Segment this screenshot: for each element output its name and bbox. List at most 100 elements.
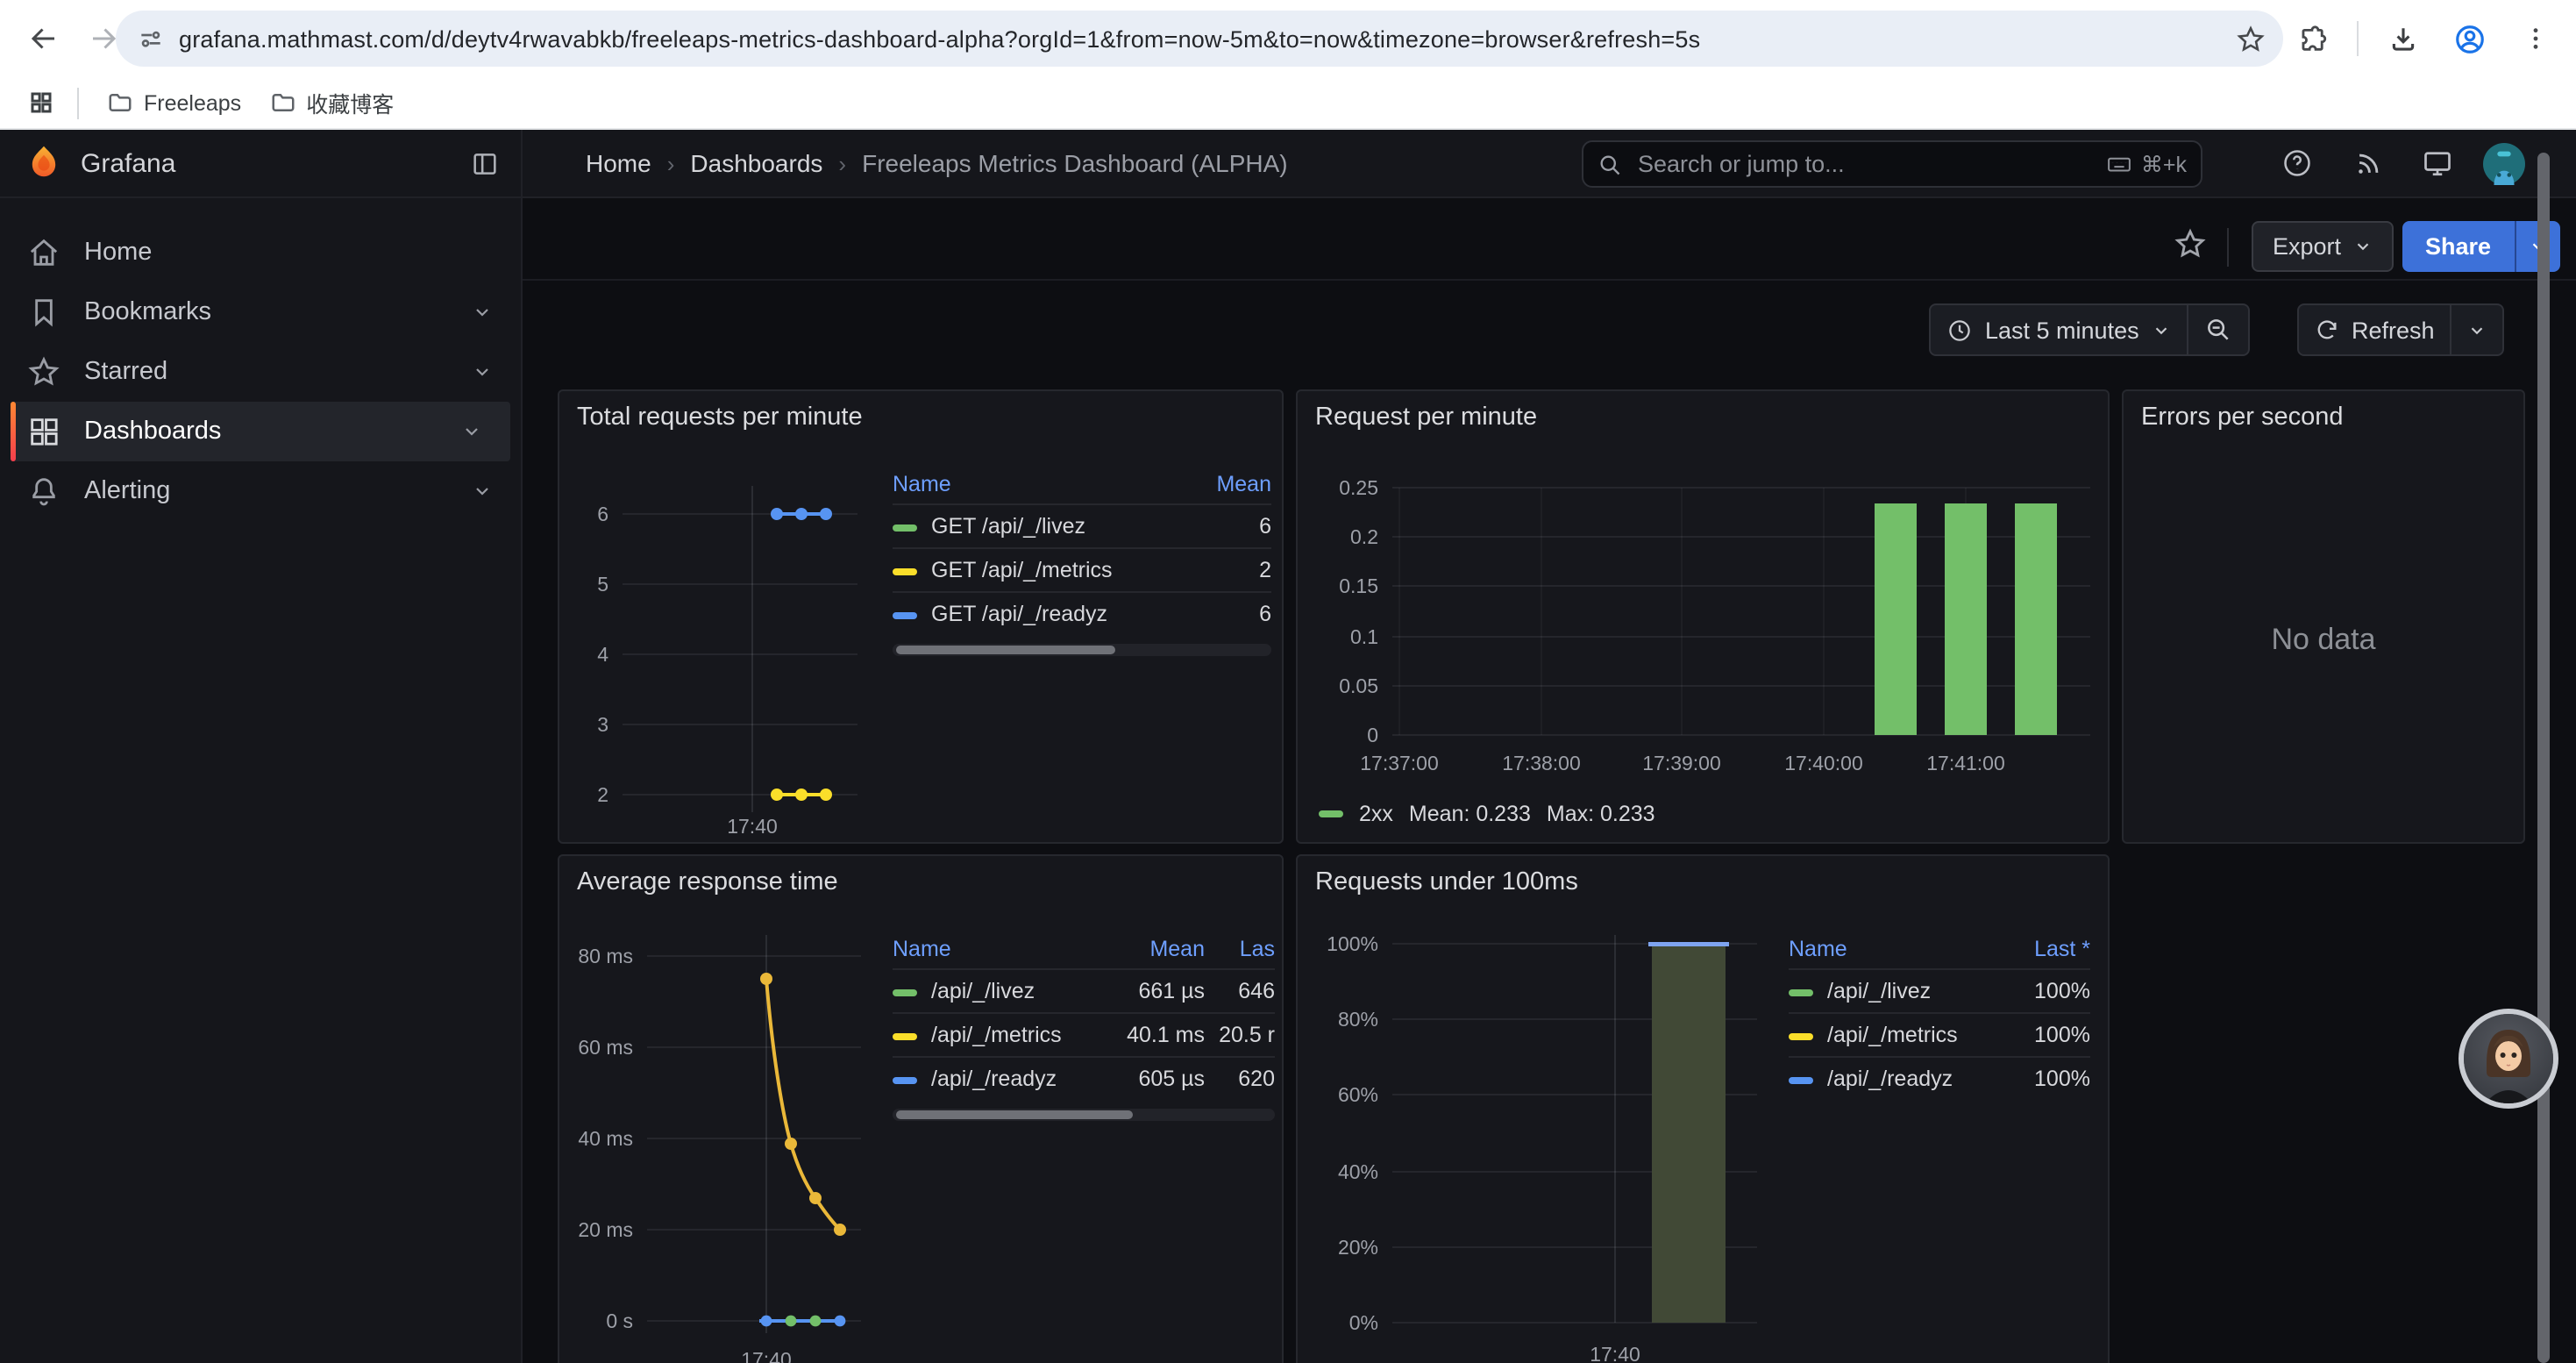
series-swatch-green[interactable] (893, 524, 917, 531)
url-bar[interactable]: grafana.mathmast.com/d/deytv4rwavabkb/fr… (116, 11, 2283, 67)
legend-col-last[interactable]: Last * (1999, 937, 2090, 961)
search-box[interactable]: ⌘+k (1582, 140, 2202, 188)
sidebar-item-home[interactable]: Home (0, 223, 521, 282)
panel-requests-under-100ms[interactable]: Requests under 100ms 100% 80% 60% 40% 20… (1296, 854, 2110, 1363)
svg-text:0 s: 0 s (606, 1309, 633, 1332)
download-icon[interactable] (2373, 9, 2432, 68)
apps-grid-icon[interactable] (18, 80, 63, 125)
favorite-star-icon[interactable] (2173, 226, 2215, 268)
legend-max: Max: 0.233 (1547, 802, 1655, 826)
profile-icon[interactable] (2439, 9, 2499, 68)
svg-text:17:40: 17:40 (727, 815, 778, 838)
news-rss-icon[interactable] (2346, 142, 2388, 184)
legend-col-name[interactable]: Name (893, 472, 1194, 496)
legend-scrollbar[interactable] (893, 1109, 1275, 1121)
chevron-down-icon[interactable] (472, 302, 493, 323)
legend-row[interactable]: /api/_/metrics 40.1 ms 20.5 r (893, 1012, 1275, 1056)
svg-text:80%: 80% (1338, 1008, 1378, 1031)
bookmark-label: Freeleaps (144, 90, 241, 115)
legend-row[interactable]: GET /api/_/metrics 2 (893, 547, 1271, 591)
sidebar-item-starred[interactable]: Starred (0, 342, 521, 402)
panel-request-per-minute[interactable]: Request per minute 0.25 0.2 0.15 0.1 0.0… (1296, 389, 2110, 844)
sidebar-toggle-icon[interactable] (470, 148, 500, 178)
svg-text:17:40: 17:40 (741, 1348, 792, 1363)
chevron-down-icon[interactable] (472, 481, 493, 502)
series-swatch-yellow[interactable] (893, 567, 917, 574)
time-range-picker[interactable]: Last 5 minutes (1931, 305, 2187, 354)
bar-under-100ms[interactable] (1652, 944, 1726, 1323)
sidebar-item-bookmarks[interactable]: Bookmarks (0, 282, 521, 342)
breadcrumb-dashboards[interactable]: Dashboards (690, 149, 822, 177)
bar-2xx[interactable] (2015, 503, 2057, 735)
screen: grafana.mathmast.com/d/deytv4rwavabkb/fr… (0, 0, 2576, 1363)
bookmark-folder-blogs[interactable]: 收藏博客 (255, 83, 408, 122)
legend-row[interactable]: /api/_/livez 100% (1789, 968, 2090, 1012)
back-icon[interactable] (14, 9, 74, 68)
grafana-logo[interactable] (25, 144, 63, 182)
series-swatch-yellow[interactable] (1789, 1032, 1813, 1039)
sidebar-item-alerting[interactable]: Alerting (0, 461, 521, 521)
svg-text:0.05: 0.05 (1339, 674, 1378, 697)
panel-total-requests[interactable]: Total requests per minute 6 5 4 3 2 17:4… (558, 389, 1284, 844)
refresh-icon (2315, 318, 2339, 342)
legend-row[interactable]: /api/_/readyz 100% (1789, 1056, 2090, 1100)
search-input[interactable] (1634, 149, 2094, 179)
user-avatar[interactable] (2483, 142, 2525, 184)
legend-row[interactable]: GET /api/_/livez 6 (893, 503, 1271, 547)
menu-kebab-icon[interactable] (2506, 9, 2565, 68)
legend-row[interactable]: /api/_/readyz 605 µs 620 (893, 1056, 1275, 1100)
bookmark-folder-freeleaps[interactable]: Freeleaps (93, 83, 255, 122)
assistant-avatar[interactable] (2459, 1009, 2558, 1109)
refresh-button[interactable]: Refresh (2299, 305, 2451, 354)
bar-2xx[interactable] (1875, 503, 1917, 735)
zoom-out-button[interactable] (2187, 305, 2248, 354)
breadcrumb-chevron-icon: › (838, 150, 846, 176)
bookmark-star-icon[interactable] (2236, 24, 2266, 54)
chevron-down-icon[interactable] (472, 361, 493, 382)
bar-2xx[interactable] (1945, 503, 1987, 735)
legend-row[interactable]: /api/_/metrics 100% (1789, 1012, 2090, 1056)
legend-col-last[interactable]: Las (1205, 937, 1275, 961)
help-icon[interactable] (2276, 142, 2318, 184)
series-swatch-green[interactable] (1319, 810, 1343, 817)
series-swatch-blue[interactable] (893, 1076, 917, 1083)
series-swatch-blue[interactable] (1789, 1076, 1813, 1083)
legend-col-name[interactable]: Name (1789, 937, 1999, 961)
url-text: grafana.mathmast.com/d/deytv4rwavabkb/fr… (179, 25, 2236, 52)
legend-row[interactable]: GET /api/_/readyz 6 (893, 591, 1271, 635)
app-header: Grafana Home › Dashboards › Freeleaps Me… (0, 130, 2576, 198)
svg-text:100%: 100% (1327, 932, 1378, 955)
legend-row[interactable]: /api/_/livez 661 µs 646 (893, 968, 1275, 1012)
panel-avg-response-time[interactable]: Average response time 80 ms 60 ms 40 ms … (558, 854, 1284, 1363)
legend-series[interactable]: 2xx (1359, 802, 1393, 826)
breadcrumb-home[interactable]: Home (586, 149, 651, 177)
monitor-icon[interactable] (2416, 142, 2459, 184)
refresh-interval-button[interactable] (2451, 305, 2503, 354)
series-swatch-green[interactable] (1789, 988, 1813, 995)
legend-scrollbar[interactable] (893, 644, 1271, 656)
legend-col-mean[interactable]: Mean (1096, 937, 1205, 961)
site-info-icon[interactable] (137, 25, 165, 53)
panel-errors-per-second[interactable]: Errors per second No data (2122, 389, 2525, 844)
share-button[interactable]: Share (2402, 221, 2514, 272)
legend-col-name[interactable]: Name (893, 937, 1096, 961)
series-swatch-yellow[interactable] (893, 1032, 917, 1039)
chevron-down-icon[interactable] (461, 421, 482, 442)
star-icon (26, 354, 61, 389)
svg-text:17:40: 17:40 (1590, 1343, 1640, 1363)
sidebar-item-dashboards[interactable]: Dashboards (11, 402, 510, 461)
page-scrollbar[interactable] (2537, 153, 2550, 1363)
extensions-icon[interactable] (2283, 9, 2343, 68)
series-swatch-green[interactable] (893, 988, 917, 995)
legend-col-mean[interactable]: Mean (1194, 472, 1271, 496)
series-swatch-blue[interactable] (893, 611, 917, 618)
export-button[interactable]: Export (2252, 221, 2394, 272)
panel-title[interactable]: Errors per second (2141, 403, 2344, 432)
chevron-down-icon (2353, 237, 2373, 256)
breadcrumb: Home › Dashboards › Freeleaps Metrics Da… (586, 130, 1288, 196)
legend-table: Name Mean GET /api/_/livez 6 GET /api/_/… (893, 465, 1271, 656)
request-per-minute-chart: 0.25 0.2 0.15 0.1 0.05 0 17:37:00 17:38:… (1298, 391, 2111, 846)
clock-icon (1946, 317, 1973, 343)
search-icon (1598, 152, 1622, 176)
controls-divider (2227, 228, 2229, 267)
